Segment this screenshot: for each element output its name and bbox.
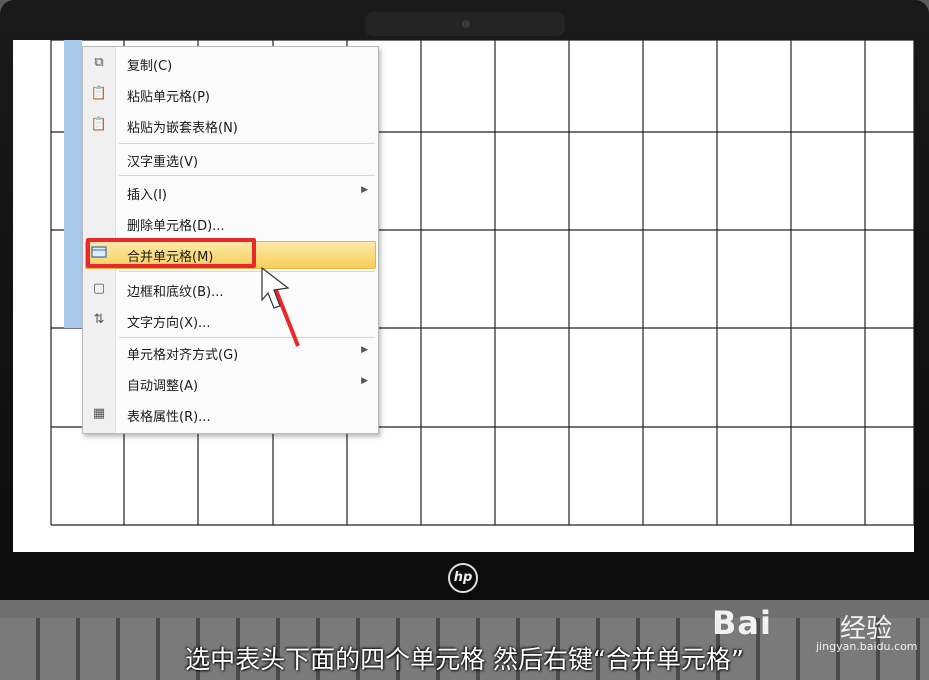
watermark-brand: Bai [712,604,772,642]
subtitle-caption: 选中表头下面的四个单元格 然后右键“合并单元格” [185,645,744,674]
menu-item-text-direction[interactable]: ⇅ 文字方向(X)... [83,306,378,334]
document-screen: ⧉ 复制(C) 📋 粘贴单元格(P) 📋 粘贴为嵌套表格(N) 汉字重选(V) … [13,40,914,552]
menu-item-insert[interactable]: 插入(I) ▶ [83,178,378,206]
menu-separator [119,175,375,176]
menu-item-reconvert[interactable]: 汉字重选(V) [83,145,378,173]
menu-item-borders-shading[interactable]: ▢ 边框和底纹(B)... [83,275,378,303]
menu-separator [119,271,375,272]
menu-item-copy[interactable]: ⧉ 复制(C) [83,49,378,77]
table-properties-icon: ▦ [92,406,106,421]
borders-icon: ▢ [92,281,106,296]
paste-icon: 📋 [90,86,108,101]
menu-item-paste-cells[interactable]: 📋 粘贴单元格(P) [83,80,378,108]
menu-separator [119,143,375,144]
submenu-arrow-icon: ▶ [361,185,368,195]
text-direction-icon: ⇅ [93,312,105,327]
menu-item-cell-alignment[interactable]: 单元格对齐方式(G) ▶ [83,338,378,366]
menu-item-paste-nested[interactable]: 📋 粘贴为嵌套表格(N) [83,111,378,139]
paste-nested-icon: 📋 [90,117,108,132]
laptop-bezel: ⧉ 复制(C) 📋 粘贴单元格(P) 📋 粘贴为嵌套表格(N) 汉字重选(V) … [0,0,929,600]
webcam-icon [462,20,470,28]
submenu-arrow-icon: ▶ [361,345,368,355]
menu-item-autofit[interactable]: 自动调整(A) ▶ [83,369,378,397]
annotation-arrow-icon [261,266,300,347]
selected-cells-highlight [64,40,82,328]
submenu-arrow-icon: ▶ [361,376,368,386]
copy-icon: ⧉ [94,55,104,70]
menu-item-table-properties[interactable]: ▦ 表格属性(R)... [83,400,378,428]
menu-item-delete-cells[interactable]: 删除单元格(D)... [83,209,378,237]
hp-logo: hp [448,563,478,593]
